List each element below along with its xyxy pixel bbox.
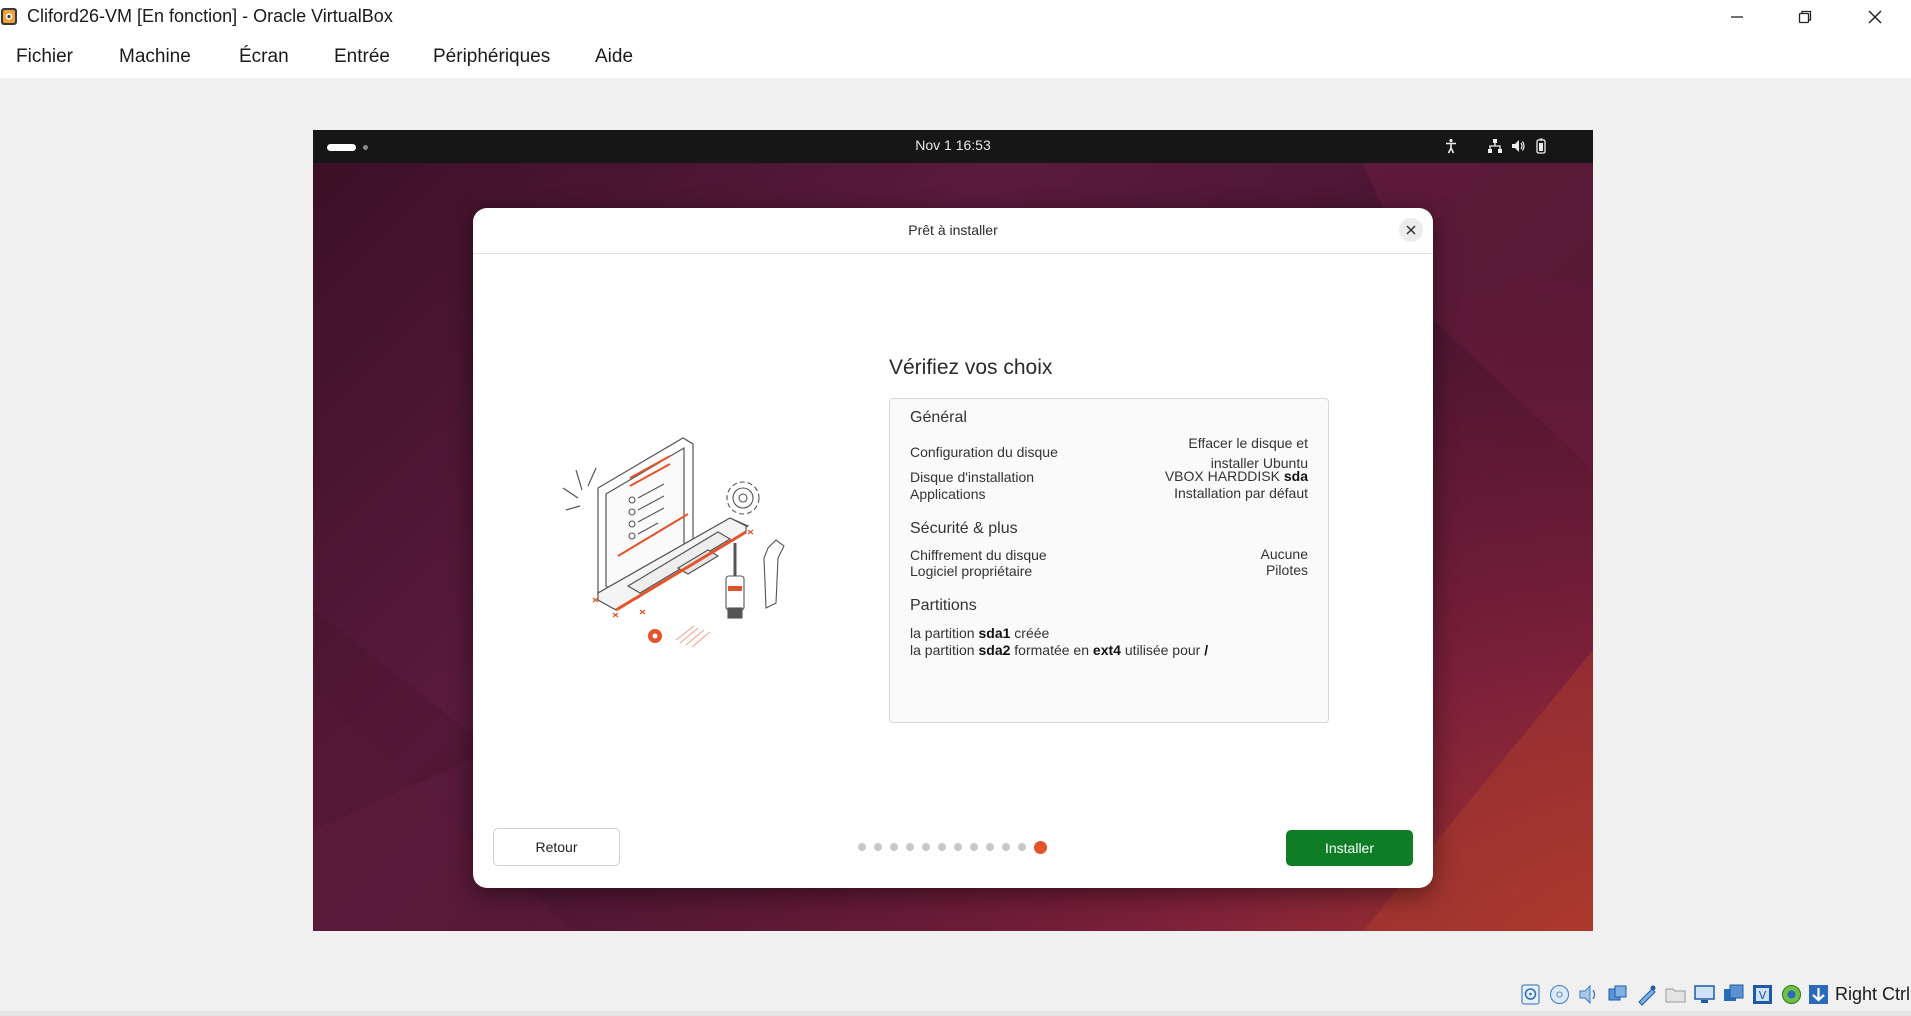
review-heading: Vérifiez vos choix bbox=[889, 356, 1053, 379]
laptop-tools-illustration bbox=[562, 437, 785, 648]
partition-line-2: la partition sda2 formatée en ext4 utili… bbox=[910, 642, 1209, 658]
step-dot bbox=[906, 843, 914, 851]
step-dot bbox=[1018, 843, 1026, 851]
minimize-button[interactable] bbox=[1702, 0, 1772, 34]
menu-ecran[interactable]: Écran bbox=[239, 46, 289, 68]
dialog-close-button[interactable] bbox=[1399, 218, 1423, 242]
recording-icon[interactable] bbox=[1722, 983, 1745, 1006]
optical-drive-icon[interactable] bbox=[1548, 983, 1571, 1006]
section-general-title: Général bbox=[910, 409, 967, 426]
clock[interactable]: Nov 1 16:53 bbox=[313, 137, 1593, 153]
keyboard-capture-icon[interactable] bbox=[1807, 983, 1830, 1006]
usb-icon[interactable] bbox=[1635, 983, 1658, 1006]
virtualization-icon[interactable]: V bbox=[1751, 983, 1774, 1006]
display-icon[interactable] bbox=[1693, 983, 1716, 1006]
volume-icon[interactable] bbox=[1510, 138, 1526, 154]
close-icon bbox=[1868, 10, 1882, 24]
dialog-header: Prêt à installer bbox=[473, 208, 1433, 254]
row-install-disk-label: Disque d'installation bbox=[910, 469, 1035, 485]
step-dot bbox=[1002, 843, 1010, 851]
step-dot bbox=[890, 843, 898, 851]
close-icon bbox=[1406, 225, 1416, 235]
row-proprietary-label: Logiciel propriétaire bbox=[910, 563, 1033, 579]
partition-line-1: la partition sda1 créée bbox=[910, 625, 1050, 641]
audio-icon[interactable] bbox=[1577, 983, 1600, 1006]
row-applications-value: Installation par défaut bbox=[1174, 485, 1308, 501]
host-key-label: Right Ctrl bbox=[1835, 984, 1911, 1004]
step-dot bbox=[922, 843, 930, 851]
shared-folders-icon[interactable] bbox=[1664, 983, 1687, 1006]
section-partitions-title: Partitions bbox=[910, 597, 977, 614]
installer-dialog: Prêt à installer Vérifiez vos choix Géné… bbox=[473, 208, 1433, 888]
svg-text:V: V bbox=[1759, 989, 1767, 1002]
summary-panel: Général Configuration du disque Effacer … bbox=[889, 398, 1329, 723]
guest-additions-icon[interactable] bbox=[1780, 983, 1803, 1006]
network-adapter-icon[interactable] bbox=[1606, 983, 1629, 1006]
menu-aide[interactable]: Aide bbox=[595, 46, 633, 68]
restore-icon bbox=[1798, 10, 1812, 24]
close-window-button[interactable] bbox=[1840, 0, 1910, 34]
step-dot bbox=[970, 843, 978, 851]
dialog-title: Prêt à installer bbox=[908, 222, 998, 238]
section-security-title: Sécurité & plus bbox=[910, 520, 1018, 537]
step-dot bbox=[954, 843, 962, 851]
battery-icon[interactable] bbox=[1533, 138, 1549, 154]
status-bar-divider bbox=[0, 1011, 1911, 1016]
row-encryption-label: Chiffrement du disque bbox=[910, 547, 1047, 563]
minimize-icon bbox=[1731, 16, 1743, 18]
menu-bar: Fichier Machine Écran Entrée Périphériqu… bbox=[0, 40, 1911, 76]
step-dot bbox=[986, 843, 994, 851]
row-disk-config-label: Configuration du disque bbox=[910, 444, 1058, 460]
gnome-top-bar: Nov 1 16:53 bbox=[313, 130, 1593, 163]
install-button[interactable]: Installer bbox=[1286, 830, 1413, 866]
step-progress-dots bbox=[858, 840, 1047, 854]
menu-entree[interactable]: Entrée bbox=[334, 46, 390, 68]
restore-button[interactable] bbox=[1770, 0, 1840, 34]
step-dot-current bbox=[1034, 840, 1047, 854]
guest-screen[interactable]: Nov 1 16:53 Prêt à installer Vérifiez vo… bbox=[313, 130, 1593, 931]
step-dot bbox=[938, 843, 946, 851]
step-dot bbox=[874, 843, 882, 851]
row-applications-label: Applications bbox=[910, 486, 986, 502]
title-bar: Cliford26-VM [En fonction] - Oracle Virt… bbox=[0, 0, 1911, 34]
window-title: Cliford26-VM [En fonction] - Oracle Virt… bbox=[27, 6, 393, 26]
step-dot bbox=[858, 843, 866, 851]
network-icon[interactable] bbox=[1487, 138, 1503, 154]
virtualbox-app-icon bbox=[1, 8, 17, 25]
hard-disk-icon[interactable] bbox=[1519, 983, 1542, 1006]
menu-peripheriques[interactable]: Périphériques bbox=[433, 46, 550, 68]
accessibility-icon[interactable] bbox=[1443, 138, 1459, 154]
row-proprietary-value: Pilotes bbox=[1265, 562, 1308, 578]
menu-fichier[interactable]: Fichier bbox=[16, 46, 73, 68]
back-button[interactable]: Retour bbox=[493, 828, 620, 866]
menu-machine[interactable]: Machine bbox=[119, 46, 191, 68]
